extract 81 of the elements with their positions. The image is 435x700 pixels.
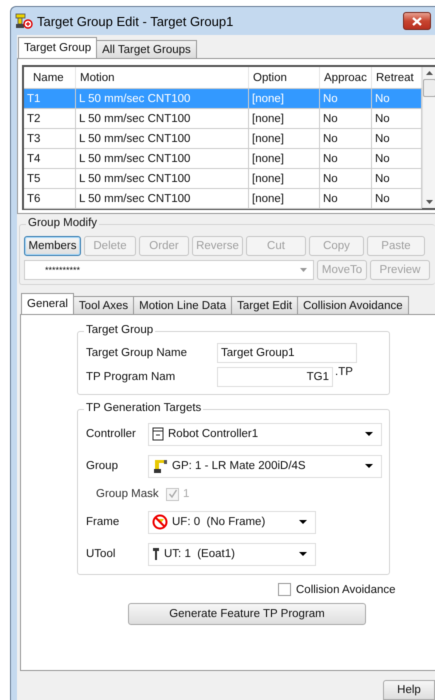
controller-icon [152,427,164,441]
field-label: TP Program Nam [86,371,176,383]
table-row[interactable]: T3 L 50 mm/sec CNT100 [none] No No [24,129,422,149]
program-name-field[interactable]: TG1 [217,367,333,387]
checkbox[interactable] [278,583,291,596]
name-field[interactable]: Target Group1 [217,343,357,363]
tab[interactable]: All Target Groups [96,40,197,58]
no-frame-icon [152,514,168,530]
dropdown[interactable]: UF: 0 (No Frame) [148,510,316,534]
table-cell: L 50 mm/sec CNT100 [76,109,249,128]
scroll-up-icon[interactable] [426,71,433,75]
tab[interactable]: Target Edit [231,296,298,314]
table-cell: T1 [24,89,76,108]
scrollbar[interactable] [422,67,435,208]
dropdown-arrow-icon [300,268,307,272]
tab[interactable]: Tool Axes [72,296,134,314]
group-title: Target Group [84,324,156,336]
table-cell: T6 [24,189,76,208]
table-cell: T5 [24,169,76,188]
table-cell: L 50 mm/sec CNT100 [76,89,249,108]
table-cell: T2 [24,109,76,128]
column-header[interactable]: Motion [76,67,249,88]
field-label: Group [86,460,119,472]
table-cell: [none] [249,109,320,128]
scroll-thumb[interactable] [423,79,435,97]
tab[interactable]: Collision Avoidance [297,296,409,314]
dropdown-arrow-icon [365,464,373,468]
column-header[interactable]: Name [24,67,76,88]
tab[interactable]: Motion Line Data [133,296,232,314]
table-cell: [none] [249,129,320,148]
field-label: UTool [86,548,116,560]
dropdown-arrow-icon [299,552,307,556]
checkbox-label: Collision Avoidance [296,584,396,596]
table-cell: No [320,189,372,208]
generate-button[interactable]: Generate Feature TP Program [128,603,366,625]
table-cell: [none] [249,189,320,208]
table-cell: L 50 mm/sec CNT100 [76,149,249,168]
table-cell: No [320,149,372,168]
field-label: Target Group Name [86,347,188,359]
table-cell: L 50 mm/sec CNT100 [76,189,249,208]
robot-icon [15,13,33,29]
table-cell: L 50 mm/sec CNT100 [76,129,249,148]
group-title: Group Modify [26,217,100,229]
table-row[interactable]: T2 L 50 mm/sec CNT100 [none] No No [24,109,422,129]
close-icon [412,16,422,26]
dropdown-arrow-icon [299,520,307,524]
help-button[interactable]: Help [383,680,435,700]
checkbox-label: 1 [183,488,190,500]
table-row[interactable]: T6 L 50 mm/sec CNT100 [none] No No [24,189,422,209]
dropdown[interactable]: UT: 1 (Eoat1) [148,542,316,566]
table-row[interactable]: T5 L 50 mm/sec CNT100 [none] No No [24,169,422,189]
table-cell: No [320,129,372,148]
tool-icon [152,547,160,561]
close-button[interactable] [403,12,431,30]
field-label: Group Mask [96,488,160,500]
table-cell: No [320,109,372,128]
table-cell: No [320,169,372,188]
table-row[interactable]: T4 L 50 mm/sec CNT100 [none] No No [24,149,422,169]
table-cell: T4 [24,149,76,168]
tab[interactable]: General [21,293,74,314]
field-label: Frame [86,516,120,528]
tab[interactable]: Target Group [18,37,98,58]
file-extension: .TP [335,366,353,378]
table-cell: No [320,89,372,108]
table-cell: L 50 mm/sec CNT100 [76,169,249,188]
action-button[interactable]: Members [24,236,81,256]
column-header[interactable]: Option [249,67,320,88]
dropdown-arrow-icon [365,432,373,436]
table-cell: [none] [249,169,320,188]
window-title: Target Group Edit - Target Group1 [37,14,234,28]
column-header[interactable]: Approac [320,67,372,88]
combo-field[interactable]: ********** [24,260,314,280]
robot-arm-icon [152,458,168,474]
table-cell: [none] [249,149,320,168]
field-label: Controller [86,428,137,440]
dropdown[interactable]: GP: 1 - LR Mate 200iD/4S [148,454,382,478]
table-cell: [none] [249,89,320,108]
scroll-down-icon[interactable] [426,200,433,204]
table-cell: T3 [24,129,76,148]
dropdown[interactable]: Robot Controller1 [148,422,382,446]
group-title: TP Generation Targets [84,402,204,414]
